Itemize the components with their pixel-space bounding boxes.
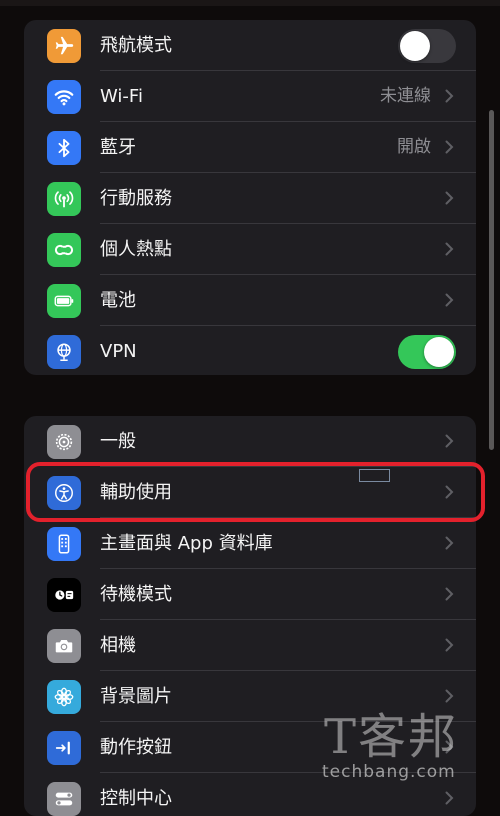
wifi-icon <box>47 80 81 114</box>
home-screen-icon <box>47 527 81 561</box>
bluetooth-label: 藍牙 <box>100 137 136 158</box>
toggle-knob <box>400 31 430 61</box>
bluetooth-icon <box>47 131 81 165</box>
vpn-label: VPN <box>100 341 137 362</box>
airplane-mode-row[interactable]: 飛航模式 <box>24 20 476 71</box>
chevron-right-icon <box>445 536 454 550</box>
chevron-right-icon <box>445 293 454 307</box>
home-screen-label: 主畫面與 App 資料庫 <box>100 533 273 554</box>
general-row[interactable]: 一般 <box>24 416 476 467</box>
standby-row[interactable]: 待機模式 <box>24 569 476 620</box>
action-button-label: 動作按鈕 <box>100 737 172 758</box>
hotspot-icon <box>47 233 81 267</box>
standby-icon <box>47 578 81 612</box>
airplane-icon <box>47 29 81 63</box>
action-button-icon <box>47 731 81 765</box>
battery-icon <box>47 284 81 318</box>
airplane-mode-label: 飛航模式 <box>100 35 172 56</box>
control-center-icon <box>47 782 81 816</box>
gear-icon <box>47 425 81 459</box>
chevron-right-icon <box>445 791 454 805</box>
standby-label: 待機模式 <box>100 584 172 605</box>
vpn-globe-icon <box>47 335 81 369</box>
chevron-right-icon <box>445 638 454 652</box>
battery-row[interactable]: 電池 <box>24 275 476 326</box>
vpn-row[interactable]: VPN <box>24 326 476 375</box>
toggle-knob <box>424 337 454 367</box>
camera-icon <box>47 629 81 663</box>
cellular-label: 行動服務 <box>100 188 172 209</box>
chevron-right-icon <box>445 242 454 256</box>
chevron-right-icon <box>445 587 454 601</box>
vpn-toggle[interactable] <box>398 335 456 369</box>
chevron-right-icon <box>445 140 454 154</box>
camera-label: 相機 <box>100 635 136 656</box>
window-top-edge <box>0 0 500 6</box>
cellular-row[interactable]: 行動服務 <box>24 173 476 224</box>
control-center-label: 控制中心 <box>100 788 172 809</box>
home-screen-row[interactable]: 主畫面與 App 資料庫 <box>24 518 476 569</box>
chevron-right-icon <box>445 89 454 103</box>
hotspot-label: 個人熱點 <box>100 239 172 260</box>
chevron-right-icon <box>445 191 454 205</box>
scrollbar[interactable] <box>489 110 494 450</box>
accessibility-highlight-annotation <box>26 462 485 522</box>
bluetooth-row[interactable]: 藍牙 開啟 <box>24 122 476 173</box>
wallpaper-flower-icon <box>47 680 81 714</box>
bluetooth-status: 開啟 <box>397 137 431 157</box>
wifi-row[interactable]: Wi-Fi 未連線 <box>24 71 476 122</box>
airplane-mode-toggle[interactable] <box>398 29 456 63</box>
annotation-marker-box <box>359 469 390 482</box>
connectivity-group: 飛航模式 Wi-Fi 未連線 藍牙 開啟 行動服務 個人熱點 電池 VPN <box>24 20 476 375</box>
watermark: T客邦 techbang.com <box>318 712 480 787</box>
battery-label: 電池 <box>100 290 136 311</box>
camera-row[interactable]: 相機 <box>24 620 476 671</box>
wallpaper-label: 背景圖片 <box>100 686 172 707</box>
hotspot-row[interactable]: 個人熱點 <box>24 224 476 275</box>
chevron-right-icon <box>445 434 454 448</box>
cellular-icon <box>47 182 81 216</box>
watermark-site: techbang.com <box>322 762 456 782</box>
wifi-status: 未連線 <box>380 86 431 106</box>
wifi-label: Wi-Fi <box>100 86 143 107</box>
chevron-right-icon <box>445 689 454 703</box>
watermark-logo: T客邦 <box>324 709 459 765</box>
general-label: 一般 <box>100 431 136 452</box>
